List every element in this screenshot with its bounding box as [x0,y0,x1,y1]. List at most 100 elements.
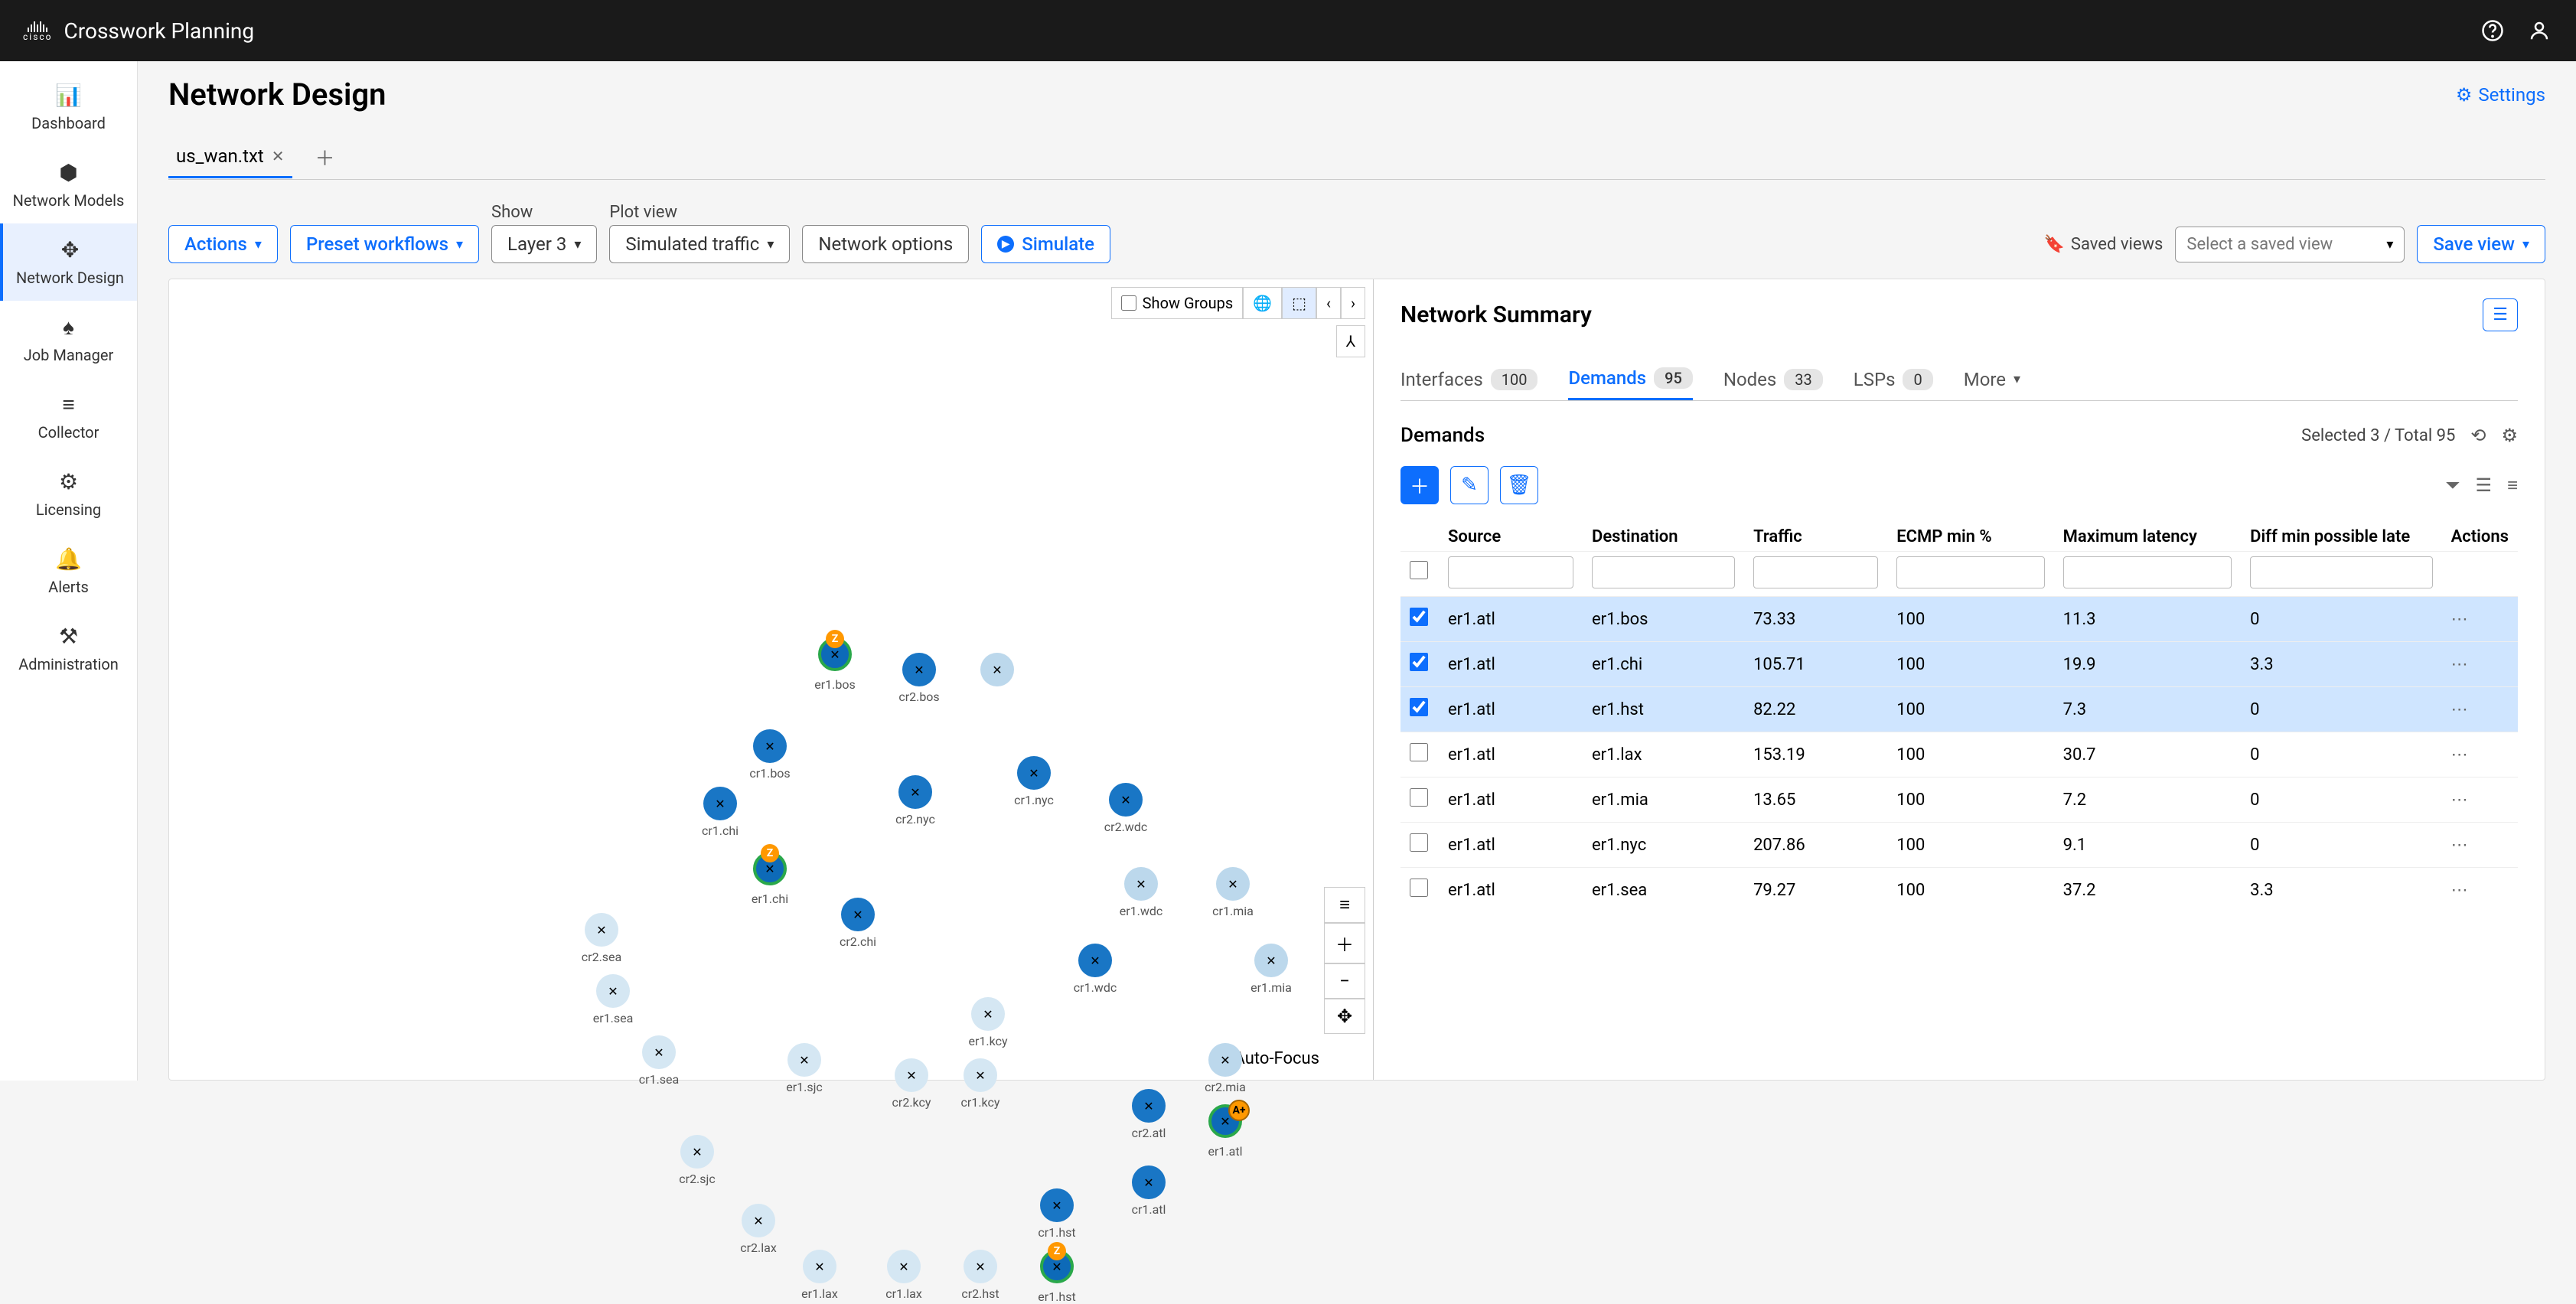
tab-demands[interactable]: Demands 95 [1568,358,1692,400]
globe-view-button[interactable]: 🌐 [1243,287,1282,319]
preset-workflows-button[interactable]: Preset workflows▾ [290,225,479,263]
row-checkbox[interactable] [1410,653,1428,671]
filter-diff[interactable] [2250,556,2432,588]
actions-button[interactable]: Actions▾ [168,225,278,263]
row-checkbox[interactable] [1410,788,1428,807]
row-checkbox[interactable] [1410,743,1428,761]
table-row[interactable]: er1.atler1.sea79.2710037.23.3⋯ [1400,868,2518,913]
row-actions[interactable]: ⋯ [2442,597,2518,642]
tab-interfaces[interactable]: Interfaces 100 [1400,360,1537,399]
zoom-in-button[interactable]: ＋ [1324,923,1365,963]
node-cr1-atl[interactable]: ✕cr1.atl [1132,1165,1166,1199]
file-tab[interactable]: us_wan.txt ✕ [168,136,292,178]
node-cr1-hst[interactable]: ✕cr1.hst [1040,1188,1074,1222]
row-checkbox[interactable] [1410,833,1428,852]
node-cr1-nyc[interactable]: ✕cr1.nyc [1017,756,1051,790]
node-cr2-sjc[interactable]: ✕cr2.sjc [680,1135,714,1169]
node-er1-wdc[interactable]: ✕er1.wdc [1124,867,1158,901]
node-er1-sea[interactable]: ✕er1.sea [596,974,630,1008]
gear-icon[interactable]: ⚙ [2501,425,2518,446]
node-cr2-mia[interactable]: ✕cr2.mia [1208,1043,1242,1077]
list-view-icon[interactable]: ☰ [2475,474,2492,497]
sidebar-item-job-manager[interactable]: ♠ Job Manager [0,301,137,378]
node-cr2-lax[interactable]: ✕cr2.lax [742,1204,775,1237]
node-cr1-chi[interactable]: ✕cr1.chi [703,787,737,820]
sidebar-item-network-design[interactable]: ✥ Network Design [0,223,137,301]
filter-icon[interactable]: ⏷ [2445,474,2460,497]
node-er1-hst[interactable]: Z✕er1.hst [1040,1250,1074,1283]
node-cr1-mia[interactable]: ✕cr1.mia [1216,867,1250,901]
col-diff[interactable]: Diff min possible late [2241,520,2441,552]
node-cr2-hst[interactable]: ✕cr2.hst [964,1250,997,1283]
sidebar-item-administration[interactable]: ⚒ Administration [0,610,137,687]
node-cr1-wdc[interactable]: ✕cr1.wdc [1078,944,1112,977]
node-cr2-nyc[interactable]: ✕cr2.nyc [898,775,932,809]
add-button[interactable]: ＋ [1400,466,1439,504]
table-row[interactable]: er1.atler1.chi105.7110019.93.3⋯ [1400,642,2518,687]
node-cr1-sea[interactable]: ✕cr1.sea [642,1035,676,1069]
simulate-button[interactable]: ▶ Simulate [981,225,1110,263]
menu-icon[interactable]: ≡ [2507,474,2518,497]
node-cr2-chi[interactable]: ✕cr2.chi [841,898,875,931]
node-er1-bos[interactable]: Z✕er1.bos [818,637,852,671]
close-icon[interactable]: ✕ [272,147,285,165]
row-checkbox[interactable] [1410,879,1428,897]
node-er1-kcy[interactable]: ✕er1.kcy [971,997,1005,1031]
node-cr1-kcy[interactable]: ✕cr1.kcy [964,1058,997,1092]
tree-button[interactable]: ⅄ [1336,325,1365,357]
sidebar-item-licensing[interactable]: ⚙ Licensing [0,455,137,533]
filter-source[interactable] [1448,556,1573,588]
node-cr1-lax[interactable]: ✕cr1.lax [887,1250,921,1283]
row-actions[interactable]: ⋯ [2442,778,2518,823]
node-er1-chi[interactable]: Z✕er1.chi [753,852,787,885]
row-actions[interactable]: ⋯ [2442,868,2518,913]
row-checkbox[interactable] [1410,698,1428,716]
row-actions[interactable]: ⋯ [2442,732,2518,778]
help-icon[interactable] [2479,17,2506,44]
col-source[interactable]: Source [1439,520,1583,552]
node-er1-sjc[interactable]: ✕er1.sjc [787,1043,821,1077]
nav-left-button[interactable]: ‹ [1316,287,1341,319]
network-options-button[interactable]: Network options [802,225,969,263]
node-er1-mia[interactable]: ✕er1.mia [1254,944,1288,977]
fit-button[interactable]: ✥ [1324,999,1365,1034]
settings-link[interactable]: ⚙ Settings [2456,84,2545,106]
filter-destination[interactable] [1592,556,1735,588]
tab-nodes[interactable]: Nodes 33 [1723,360,1823,399]
table-row[interactable]: er1.atler1.hst82.221007.30⋯ [1400,687,2518,732]
save-view-button[interactable]: Save view▾ [2417,225,2545,263]
table-row[interactable]: er1.atler1.bos73.3310011.30⋯ [1400,597,2518,642]
select-all-checkbox[interactable] [1410,561,1428,579]
node[interactable]: ✕ [980,653,1014,686]
refresh-icon[interactable]: ⟲ [2470,425,2486,446]
legend-button[interactable]: ≡ [1324,887,1365,923]
node-cr2-kcy[interactable]: ✕cr2.kcy [895,1058,928,1092]
col-traffic[interactable]: Traffic [1744,520,1887,552]
filter-maxlat[interactable] [2063,556,2232,588]
delete-button[interactable]: 🗑 [1500,466,1538,504]
plot-view-select[interactable]: Simulated traffic▾ [609,225,790,263]
user-icon[interactable] [2525,17,2553,44]
node-cr1-bos[interactable]: ✕cr1.bos [753,729,787,763]
table-row[interactable]: er1.atler1.mia13.651007.20⋯ [1400,778,2518,823]
node-cr2-wdc[interactable]: ✕cr2.wdc [1109,783,1143,817]
filter-traffic[interactable] [1753,556,1878,588]
layout-view-button[interactable]: ⬚ [1282,287,1316,319]
collapse-button[interactable]: ☰ [2483,298,2518,331]
zoom-out-button[interactable]: − [1324,963,1365,999]
node-er1-lax[interactable]: ✕er1.lax [803,1250,836,1283]
row-checkbox[interactable] [1410,608,1428,626]
sidebar-item-dashboard[interactable]: 📊 Dashboard [0,69,137,146]
col-destination[interactable]: Destination [1583,520,1744,552]
edit-button[interactable]: ✎ [1450,466,1489,504]
row-actions[interactable]: ⋯ [2442,687,2518,732]
tab-lsps[interactable]: LSPs 0 [1854,360,1933,399]
sidebar-item-collector[interactable]: ≡ Collector [0,378,137,455]
add-tab-button[interactable]: ＋ [308,135,343,179]
sidebar-item-network-models[interactable]: ⬢ Network Models [0,146,137,223]
saved-view-select[interactable]: Select a saved view ▾ [2175,227,2405,262]
table-row[interactable]: er1.atler1.lax153.1910030.70⋯ [1400,732,2518,778]
filter-ecmp[interactable] [1896,556,2044,588]
row-actions[interactable]: ⋯ [2442,823,2518,868]
node-cr2-atl[interactable]: ✕cr2.atl [1132,1089,1166,1123]
